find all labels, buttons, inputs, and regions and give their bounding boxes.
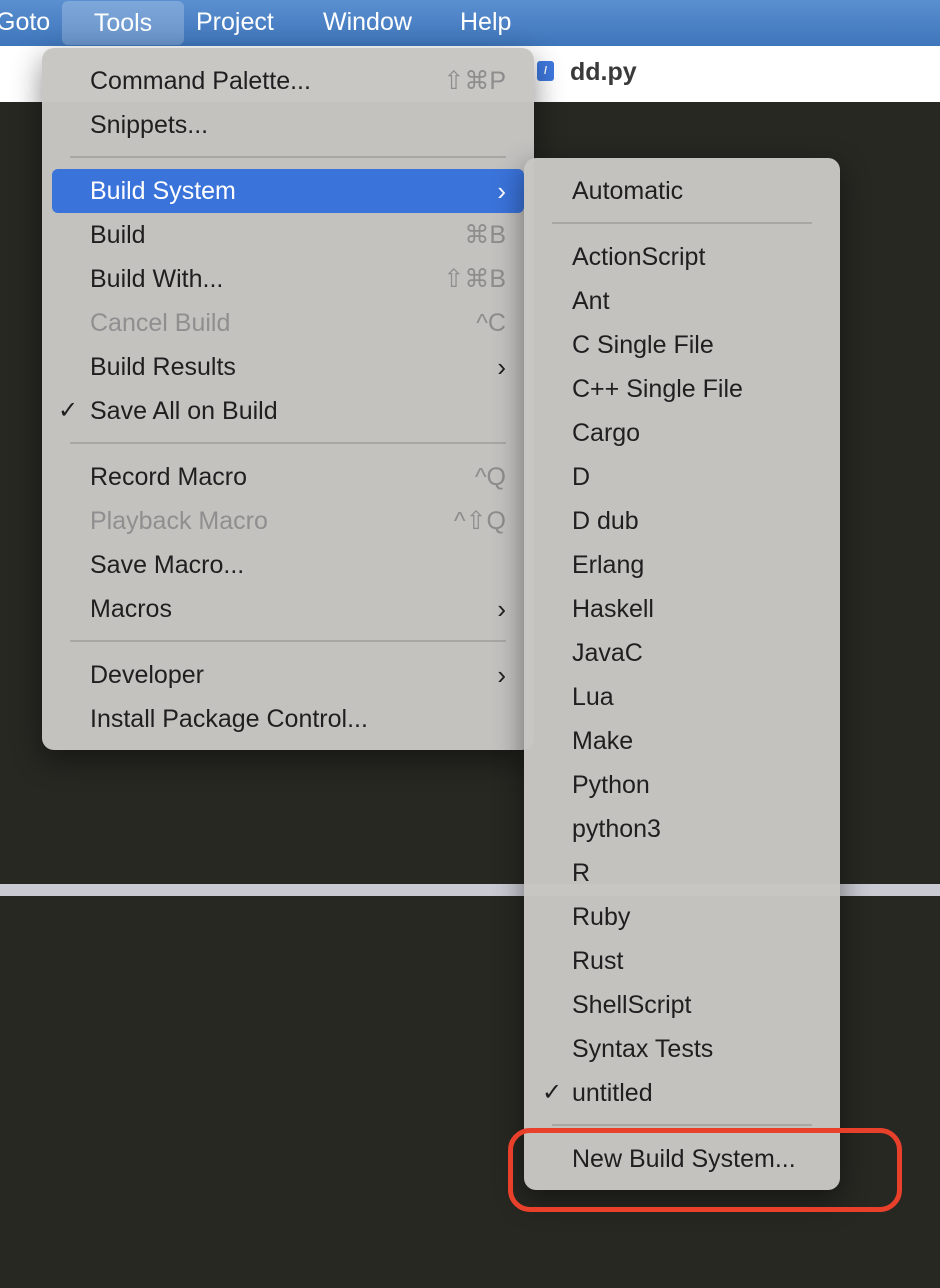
menu-bar: Goto Tools Project Window Help xyxy=(0,0,940,46)
build-system-item[interactable]: Lua xyxy=(524,675,840,719)
menu-goto[interactable]: Goto xyxy=(0,0,50,46)
menu-item-record-macro[interactable]: Record Macro ^Q xyxy=(52,455,524,499)
menu-separator xyxy=(70,640,506,642)
build-system-item[interactable]: Ant xyxy=(524,279,840,323)
menu-item-build[interactable]: Build ⌘B xyxy=(52,213,524,257)
build-system-item[interactable]: ActionScript xyxy=(524,235,840,279)
menu-help[interactable]: Help xyxy=(460,0,511,46)
tab-dd-py[interactable]: dd.py xyxy=(570,58,637,87)
build-system-automatic[interactable]: Automatic xyxy=(524,169,840,213)
build-system-item[interactable]: D xyxy=(524,455,840,499)
menu-item-build-results[interactable]: Build Results › xyxy=(52,345,524,389)
menu-item-command-palette[interactable]: Command Palette... ⇧⌘P xyxy=(52,59,524,103)
build-system-item[interactable]: JavaC xyxy=(524,631,840,675)
build-system-item[interactable]: Ruby xyxy=(524,895,840,939)
build-system-item[interactable]: C++ Single File xyxy=(524,367,840,411)
menu-item-save-all-on-build[interactable]: ✓ Save All on Build xyxy=(52,389,524,433)
build-system-item[interactable]: R xyxy=(524,851,840,895)
build-system-item[interactable]: python3 xyxy=(524,807,840,851)
menu-item-cancel-build: Cancel Build ^C xyxy=(90,309,506,337)
build-system-submenu: Automatic ActionScript Ant C Single File C+… xyxy=(524,158,840,1190)
chevron-right-icon: › xyxy=(497,352,506,382)
menu-separator xyxy=(552,1124,812,1126)
menu-item-macros[interactable]: Macros › xyxy=(52,587,524,631)
build-system-item[interactable]: ShellScript xyxy=(524,983,840,1027)
menu-item-snippets[interactable]: Snippets... xyxy=(52,103,524,147)
build-system-item[interactable]: Python xyxy=(524,763,840,807)
checkmark-icon: ✓ xyxy=(542,1079,563,1106)
build-system-item[interactable]: Syntax Tests xyxy=(524,1027,840,1071)
build-system-item[interactable]: Rust xyxy=(524,939,840,983)
menu-item-save-macro[interactable]: Save Macro... xyxy=(52,543,524,587)
build-system-item[interactable]: C Single File xyxy=(524,323,840,367)
build-system-item[interactable]: Erlang xyxy=(524,543,840,587)
checkmark-icon: ✓ xyxy=(58,397,79,424)
menu-separator xyxy=(552,222,812,224)
chevron-right-icon: › xyxy=(497,594,506,624)
python-file-icon: / xyxy=(537,61,554,81)
build-system-item[interactable]: Cargo xyxy=(524,411,840,455)
chevron-right-icon: › xyxy=(497,176,506,206)
menu-separator xyxy=(70,156,506,158)
menu-item-playback-macro: Playback Macro ^⇧Q xyxy=(90,507,506,535)
menu-item-install-package-control[interactable]: Install Package Control... xyxy=(52,697,524,741)
menu-item-developer[interactable]: Developer › xyxy=(52,653,524,697)
chevron-right-icon: › xyxy=(497,660,506,690)
menu-tools[interactable]: Tools xyxy=(62,1,184,45)
build-system-item[interactable]: Haskell xyxy=(524,587,840,631)
menu-item-build-system[interactable]: Build System › xyxy=(52,169,524,213)
build-system-item[interactable]: ✓ untitled xyxy=(524,1071,840,1115)
build-system-item[interactable]: D dub xyxy=(524,499,840,543)
build-system-item[interactable]: Make xyxy=(524,719,840,763)
menu-item-build-with[interactable]: Build With... ⇧⌘B xyxy=(52,257,524,301)
menu-window[interactable]: Window xyxy=(323,0,412,46)
highlight-annotation xyxy=(508,1128,902,1212)
tools-menu: Command Palette... ⇧⌘P Snippets... Build… xyxy=(42,48,534,750)
menu-separator xyxy=(70,442,506,444)
menu-project[interactable]: Project xyxy=(196,0,274,46)
